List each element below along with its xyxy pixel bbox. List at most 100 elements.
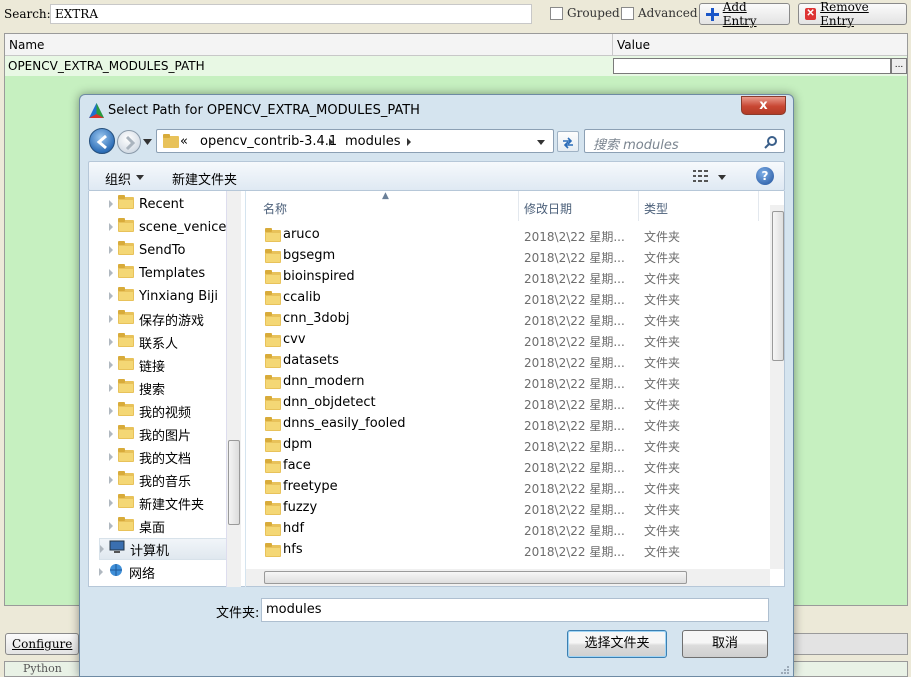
list-item[interactable]: ccalib 2018\2\22 星期... 文件夹 — [246, 288, 770, 309]
nav-item[interactable]: SendTo — [109, 239, 231, 261]
expand-arrow-icon[interactable] — [109, 200, 113, 208]
list-item[interactable]: datasets 2018\2\22 星期... 文件夹 — [246, 351, 770, 372]
address-bar[interactable]: « opencv_contrib-3.4.1 modules — [156, 129, 554, 153]
column-header-date[interactable]: 修改日期 — [524, 200, 572, 217]
expand-arrow-icon[interactable] — [109, 292, 113, 300]
list-item[interactable]: freetype 2018\2\22 星期... 文件夹 — [246, 477, 770, 498]
resize-grip-icon[interactable] — [780, 665, 790, 675]
column-name[interactable]: Name — [9, 38, 44, 52]
expand-arrow-icon[interactable] — [109, 246, 113, 254]
expand-arrow-icon[interactable] — [109, 269, 113, 277]
nav-item[interactable]: 计算机 — [99, 538, 231, 560]
column-value[interactable]: Value — [617, 38, 650, 52]
horizontal-scrollbar-thumb[interactable] — [264, 571, 687, 584]
organize-menu[interactable]: 组织 — [105, 169, 131, 188]
view-dropdown-icon[interactable] — [718, 175, 726, 180]
file-date: 2018\2\22 星期... — [524, 503, 625, 517]
breadcrumb-modules[interactable]: modules — [345, 134, 401, 149]
expand-arrow-icon[interactable] — [109, 338, 113, 346]
breadcrumb-arrow-icon[interactable] — [407, 138, 411, 146]
advanced-checkbox[interactable]: Advanced — [621, 6, 698, 20]
column-separator[interactable] — [758, 191, 759, 221]
refresh-button[interactable] — [557, 131, 579, 152]
folder-name-input[interactable]: modules — [261, 598, 769, 622]
list-item[interactable]: dnns_easily_fooled 2018\2\22 星期... 文件夹 — [246, 414, 770, 435]
list-item[interactable]: aruco 2018\2\22 星期... 文件夹 — [246, 225, 770, 246]
nav-item[interactable]: 链接 — [109, 354, 231, 376]
list-item[interactable]: fuzzy 2018\2\22 星期... 文件夹 — [246, 498, 770, 519]
nav-item[interactable]: 我的文档 — [109, 446, 231, 468]
grouped-checkbox-box[interactable] — [550, 6, 563, 20]
list-item[interactable]: hdf 2018\2\22 星期... 文件夹 — [246, 519, 770, 540]
organize-dropdown-icon[interactable] — [136, 175, 144, 180]
close-button[interactable]: x — [741, 96, 786, 115]
cancel-button[interactable]: 取消 — [682, 630, 768, 658]
expand-arrow-icon[interactable] — [109, 499, 113, 507]
nav-item[interactable]: 保存的游戏 — [109, 308, 231, 330]
nav-item[interactable]: Templates — [109, 262, 231, 284]
list-item[interactable]: bioinspired 2018\2\22 星期... 文件夹 — [246, 267, 770, 288]
list-item[interactable]: cnn_3dobj 2018\2\22 星期... 文件夹 — [246, 309, 770, 330]
nav-item[interactable]: Recent — [109, 193, 231, 215]
list-item[interactable]: cvv 2018\2\22 星期... 文件夹 — [246, 330, 770, 351]
file-date: 2018\2\22 星期... — [524, 398, 625, 412]
expand-arrow-icon[interactable] — [109, 361, 113, 369]
list-item[interactable]: hfs 2018\2\22 星期... 文件夹 — [246, 540, 770, 561]
expand-arrow-icon[interactable] — [109, 384, 113, 392]
help-button[interactable]: ? — [756, 167, 774, 185]
expand-arrow-icon[interactable] — [109, 453, 113, 461]
column-separator[interactable] — [518, 191, 519, 221]
search-input[interactable]: EXTRA — [50, 4, 532, 24]
expand-arrow-icon[interactable] — [109, 430, 113, 438]
nav-item[interactable]: 我的视频 — [109, 400, 231, 422]
list-item[interactable]: dnn_modern 2018\2\22 星期... 文件夹 — [246, 372, 770, 393]
breadcrumb-overflow[interactable]: « — [180, 134, 188, 149]
column-separator[interactable] — [638, 191, 639, 221]
list-item[interactable]: bgsegm 2018\2\22 星期... 文件夹 — [246, 246, 770, 267]
grouped-checkbox[interactable]: Grouped — [550, 6, 620, 20]
advanced-checkbox-box[interactable] — [621, 6, 634, 20]
recent-locations-dropdown[interactable] — [143, 138, 152, 146]
expand-arrow-icon[interactable] — [99, 568, 103, 576]
configure-button[interactable]: Configure — [5, 633, 79, 655]
expand-arrow-icon[interactable] — [109, 223, 113, 231]
remove-entry-button[interactable]: ✕ Remove Entry — [798, 0, 907, 28]
entry-value-input[interactable] — [613, 58, 891, 74]
breadcrumb-arrow-icon[interactable] — [329, 138, 333, 146]
vertical-scrollbar-thumb[interactable] — [772, 211, 784, 361]
add-entry-button[interactable]: Add Entry — [699, 0, 790, 28]
view-options-icon[interactable] — [693, 170, 709, 182]
nav-item[interactable]: 桌面 — [109, 515, 231, 537]
list-item[interactable]: dnn_objdetect 2018\2\22 星期... 文件夹 — [246, 393, 770, 414]
column-header-name[interactable]: 名称 — [263, 200, 287, 217]
address-dropdown-icon[interactable] — [537, 140, 545, 145]
search-input[interactable]: 搜索 modules — [584, 129, 785, 153]
nav-item[interactable]: 网络 — [99, 561, 231, 583]
table-row[interactable]: OPENCV_EXTRA_MODULES_PATH ... — [5, 56, 907, 76]
column-header-type[interactable]: 类型 — [644, 200, 668, 217]
nav-item[interactable]: 联系人 — [109, 331, 231, 353]
nav-item[interactable]: 我的图片 — [109, 423, 231, 445]
expand-arrow-icon[interactable] — [109, 476, 113, 484]
list-item[interactable]: dpm 2018\2\22 星期... 文件夹 — [246, 435, 770, 456]
searches-icon — [118, 379, 134, 397]
expand-arrow-icon[interactable] — [109, 315, 113, 323]
back-button[interactable] — [89, 128, 115, 154]
breadcrumb-opencv-contrib[interactable]: opencv_contrib-3.4.1 — [200, 134, 337, 149]
browse-button[interactable]: ... — [891, 58, 907, 74]
navigation-scrollbar[interactable] — [226, 191, 241, 587]
new-folder-button[interactable]: 新建文件夹 — [172, 169, 237, 188]
nav-item[interactable]: 搜索 — [109, 377, 231, 399]
select-folder-button[interactable]: 选择文件夹 — [567, 630, 667, 658]
nav-item[interactable]: 新建文件夹 — [109, 492, 231, 514]
forward-button[interactable] — [117, 130, 141, 154]
navigation-scrollbar-thumb[interactable] — [228, 440, 240, 525]
expand-arrow-icon[interactable] — [109, 407, 113, 415]
list-item[interactable]: face 2018\2\22 星期... 文件夹 — [246, 456, 770, 477]
nav-item[interactable]: Yinxiang Biji — [109, 285, 231, 307]
nav-item[interactable]: 我的音乐 — [109, 469, 231, 491]
add-entry-label: Add Entry — [722, 0, 757, 28]
expand-arrow-icon[interactable] — [100, 545, 104, 553]
expand-arrow-icon[interactable] — [109, 522, 113, 530]
nav-item[interactable]: scene_venice2 — [109, 216, 235, 238]
